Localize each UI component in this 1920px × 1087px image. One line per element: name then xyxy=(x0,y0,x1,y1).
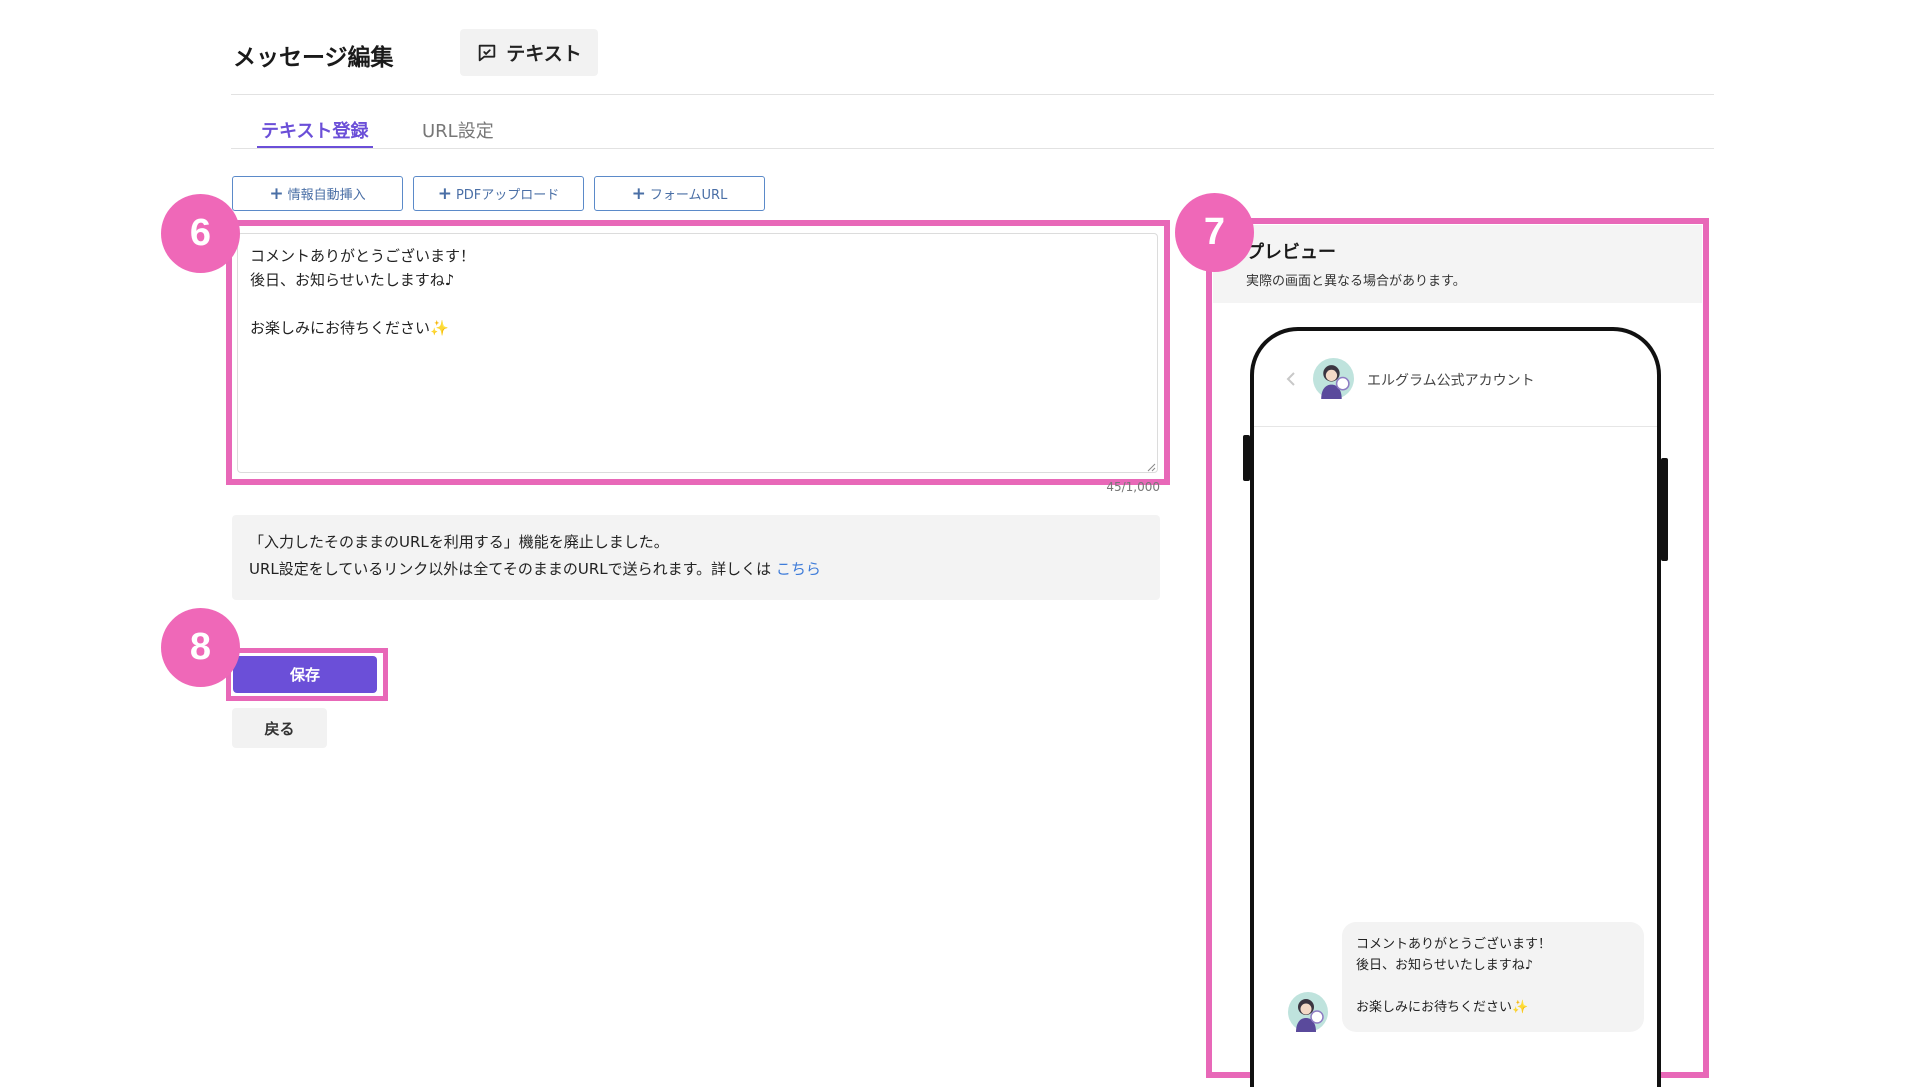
tabs-divider xyxy=(231,148,1714,149)
bubble-line: お楽しみにお待ちください✨ xyxy=(1356,1000,1529,1015)
save-button[interactable]: 保存 xyxy=(233,656,377,693)
plus-icon: + xyxy=(437,183,452,204)
preview-header xyxy=(1213,225,1702,303)
account-name: エルグラム公式アカウント xyxy=(1367,373,1535,389)
editor-line: お楽しみにお待ちください✨ xyxy=(250,319,449,337)
header-divider xyxy=(231,94,1714,95)
phone-side-button xyxy=(1243,435,1250,481)
chat-bubble-icon xyxy=(479,44,496,61)
message-textarea[interactable]: コメントありがとうございます！ 後日、お知らせいたしますね♪ お楽しみにお待ちく… xyxy=(237,233,1158,473)
details-link[interactable]: こちら xyxy=(776,560,821,578)
pdf-upload-label: PDFアップロード xyxy=(455,188,560,203)
message-avatar xyxy=(1288,992,1328,1032)
notice-line-2: URL設定をしているリンク以外は全てそのままのURLで送られます。詳しくは こち… xyxy=(249,556,1143,583)
phone-header-divider xyxy=(1254,426,1657,427)
step-badge-7: 7 xyxy=(1175,193,1254,272)
pdf-upload-button[interactable]: + PDFアップロード xyxy=(413,176,584,211)
character-counter: 45/1,000 xyxy=(1106,480,1160,494)
editor-line: 後日、お知らせいたしますね♪ xyxy=(250,271,455,289)
insert-auto-info-button[interactable]: + 情報自動挿入 xyxy=(232,176,403,211)
tab-url-settings[interactable]: URL設定 xyxy=(422,117,494,143)
tab-text-register[interactable]: テキスト登録 xyxy=(261,117,368,143)
deprecation-notice: 「入力したそのままのURLを利用する」機能を廃止しました。 URL設定をしている… xyxy=(232,515,1160,600)
resize-handle-icon[interactable] xyxy=(1146,462,1156,472)
bubble-line: コメントありがとうございます！ xyxy=(1356,937,1552,952)
step-badge-8: 8 xyxy=(161,608,240,687)
editor-line: コメントありがとうございます！ xyxy=(250,247,476,265)
preview-title: プレビュー xyxy=(1246,242,1336,263)
bubble-line: 後日、お知らせいたしますね♪ xyxy=(1356,958,1534,973)
plus-icon: + xyxy=(269,183,284,204)
account-avatar xyxy=(1313,358,1354,399)
form-url-button[interactable]: + フォームURL xyxy=(594,176,765,211)
page-title: メッセージ編集 xyxy=(233,45,394,71)
message-bubble: コメントありがとうございます！ 後日、お知らせいたしますね♪ お楽しみにお待ちく… xyxy=(1342,922,1644,1032)
preview-subtitle: 実際の画面と異なる場合があります。 xyxy=(1246,274,1466,289)
bubble-line xyxy=(1356,976,1630,997)
phone-side-button xyxy=(1661,458,1668,561)
insert-auto-info-label: 情報自動挿入 xyxy=(287,188,366,203)
back-button[interactable]: 戻る xyxy=(232,708,327,748)
message-type-chip[interactable]: テキスト xyxy=(460,29,598,76)
message-type-label: テキスト xyxy=(506,43,582,65)
step-badge-6: 6 xyxy=(161,194,240,273)
notice-line-1: 「入力したそのままのURLを利用する」機能を廃止しました。 xyxy=(249,533,669,551)
chevron-left-icon xyxy=(1286,372,1295,386)
notice-line-2-text: URL設定をしているリンク以外は全てそのままのURLで送られます。詳しくは xyxy=(249,560,772,578)
form-url-label: フォームURL xyxy=(649,188,728,203)
plus-icon: + xyxy=(631,183,646,204)
